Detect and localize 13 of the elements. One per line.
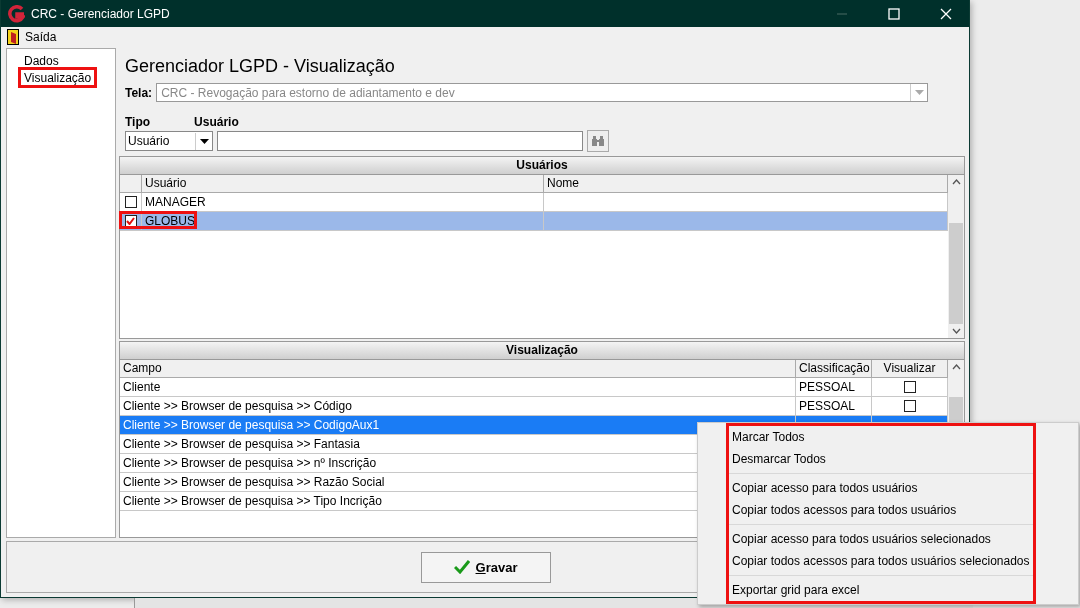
panel-caption: Usuários (120, 157, 964, 175)
table-cell: Cliente (120, 377, 796, 396)
field-label: Tipo (125, 115, 151, 129)
table-cell: PESSOAL (796, 377, 872, 396)
page-heading: Gerenciador LGPD - Visualização (124, 55, 396, 78)
table-cell: PESSOAL (796, 396, 872, 415)
field-label: Usuário (194, 115, 239, 129)
panel-caption: Visualização (120, 341, 964, 360)
table-cell: Cliente >> Browser de pesquisa >> Código (120, 396, 796, 415)
field-label: Tela: (125, 85, 153, 100)
table-cell: MANAGER (142, 193, 544, 211)
window-title: CRC - Gerenciador LGPD (31, 6, 171, 21)
table-cell: GLOBUS (142, 212, 544, 230)
